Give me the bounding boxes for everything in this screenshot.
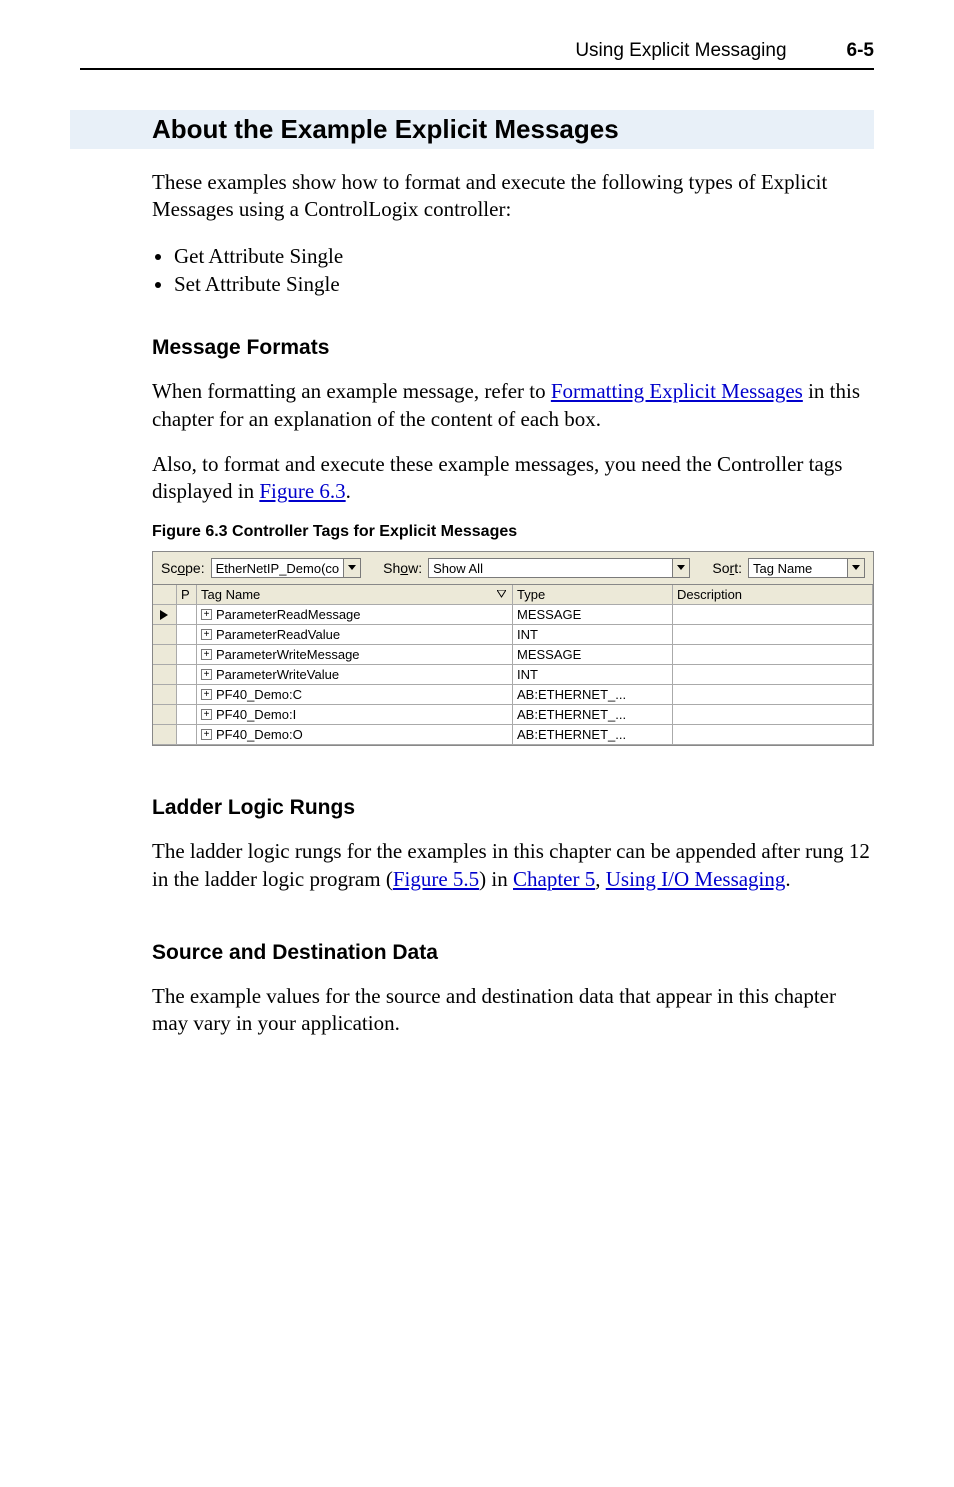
cell-p[interactable] <box>177 685 197 705</box>
link-using-io-messaging[interactable]: Using I/O Messaging <box>606 867 786 891</box>
cell-tag[interactable]: + ParameterReadMessage <box>197 605 513 625</box>
sort-dropdown[interactable]: Tag Name <box>748 558 865 578</box>
tag-text: ParameterReadMessage <box>216 607 361 622</box>
cell-tag[interactable]: + PF40_Demo:C <box>197 685 513 705</box>
controller-tags-window: Scope: EtherNetIP_Demo(co Show: Show All <box>152 551 874 746</box>
header-page-number: 6-5 <box>847 40 874 62</box>
cell-desc[interactable] <box>673 725 873 745</box>
section-heading-band: About the Example Explicit Messages <box>70 110 874 149</box>
chevron-down-icon <box>343 559 360 577</box>
list-item: Get Attribute Single <box>174 242 874 270</box>
text-run: ) in <box>479 867 513 891</box>
cell-type[interactable]: AB:ETHERNET_... <box>513 705 673 725</box>
scope-dropdown[interactable]: EtherNetIP_Demo(co <box>211 558 362 578</box>
tags-grid: P Tag Name Type Description + ParameterRe… <box>153 584 873 745</box>
tag-text: ParameterWriteValue <box>216 667 339 682</box>
column-header-rowselect[interactable] <box>153 585 177 605</box>
expand-icon[interactable]: + <box>201 689 212 700</box>
cell-p[interactable] <box>177 645 197 665</box>
cell-type[interactable]: INT <box>513 625 673 645</box>
cell-p[interactable] <box>177 625 197 645</box>
show-label: Show: <box>383 560 422 576</box>
cell-desc[interactable] <box>673 705 873 725</box>
link-formatting-explicit-messages[interactable]: Formatting Explicit Messages <box>551 379 803 403</box>
cell-tag[interactable]: + ParameterReadValue <box>197 625 513 645</box>
column-header-tagname[interactable]: Tag Name <box>197 585 513 605</box>
text-run: Also, to format and execute these exampl… <box>152 452 842 503</box>
text-run: . <box>785 867 790 891</box>
scope-label: Scope: <box>161 560 205 576</box>
cell-type[interactable]: MESSAGE <box>513 605 673 625</box>
cell-p[interactable] <box>177 725 197 745</box>
expand-icon[interactable]: + <box>201 649 212 660</box>
text-run: , <box>595 867 606 891</box>
subheading-ladder-logic: Ladder Logic Rungs <box>152 796 874 820</box>
message-formats-para2: Also, to format and execute these exampl… <box>152 451 874 506</box>
subheading-source-dest: Source and Destination Data <box>152 941 874 965</box>
chevron-down-icon <box>672 559 689 577</box>
row-selector[interactable] <box>153 605 177 625</box>
cell-tag[interactable]: + PF40_Demo:O <box>197 725 513 745</box>
cell-desc[interactable] <box>673 685 873 705</box>
cell-tag[interactable]: + ParameterWriteMessage <box>197 645 513 665</box>
cell-p[interactable] <box>177 605 197 625</box>
figure-caption: Figure 6.3 Controller Tags for Explicit … <box>152 523 874 541</box>
page-header: Using Explicit Messaging 6-5 <box>80 40 874 70</box>
column-header-type[interactable]: Type <box>513 585 673 605</box>
cell-type[interactable]: AB:ETHERNET_... <box>513 685 673 705</box>
expand-icon[interactable]: + <box>201 729 212 740</box>
cell-type[interactable]: AB:ETHERNET_... <box>513 725 673 745</box>
message-formats-para1: When formatting an example message, refe… <box>152 378 874 433</box>
section-heading: About the Example Explicit Messages <box>152 114 874 145</box>
tag-text: PF40_Demo:I <box>216 707 296 722</box>
list-item: Set Attribute Single <box>174 270 874 298</box>
bullet-list: Get Attribute Single Set Attribute Singl… <box>152 242 874 299</box>
show-value: Show All <box>429 561 487 576</box>
cell-p[interactable] <box>177 665 197 685</box>
cell-type[interactable]: MESSAGE <box>513 645 673 665</box>
cell-p[interactable] <box>177 705 197 725</box>
subheading-message-formats: Message Formats <box>152 336 874 360</box>
tag-text: PF40_Demo:O <box>216 727 303 742</box>
cell-desc[interactable] <box>673 625 873 645</box>
text-run: When formatting an example message, refe… <box>152 379 551 403</box>
intro-paragraph: These examples show how to format and ex… <box>152 169 874 224</box>
column-header-tagname-label: Tag Name <box>201 587 260 602</box>
scope-value: EtherNetIP_Demo(co <box>212 561 344 576</box>
expand-icon[interactable]: + <box>201 629 212 640</box>
text-run: . <box>346 479 351 503</box>
column-header-description[interactable]: Description <box>673 585 873 605</box>
sort-value: Tag Name <box>749 561 847 576</box>
row-selector[interactable] <box>153 725 177 745</box>
cell-tag[interactable]: + ParameterWriteValue <box>197 665 513 685</box>
chevron-down-icon <box>847 559 864 577</box>
sort-indicator-icon <box>497 587 506 602</box>
tags-topbar: Scope: EtherNetIP_Demo(co Show: Show All <box>153 552 873 584</box>
expand-icon[interactable]: + <box>201 669 212 680</box>
row-selector[interactable] <box>153 645 177 665</box>
tag-text: ParameterReadValue <box>216 627 340 642</box>
column-header-p[interactable]: P <box>177 585 197 605</box>
cell-desc[interactable] <box>673 605 873 625</box>
ladder-paragraph: The ladder logic rungs for the examples … <box>152 838 874 893</box>
cell-tag[interactable]: + PF40_Demo:I <box>197 705 513 725</box>
row-selector[interactable] <box>153 685 177 705</box>
cell-desc[interactable] <box>673 645 873 665</box>
row-selector[interactable] <box>153 665 177 685</box>
sort-label: Sort: <box>712 560 742 576</box>
header-title: Using Explicit Messaging <box>575 40 786 62</box>
link-figure-5-5[interactable]: Figure 5.5 <box>393 867 479 891</box>
link-figure-6-3[interactable]: Figure 6.3 <box>259 479 345 503</box>
row-selector[interactable] <box>153 705 177 725</box>
source-dest-paragraph: The example values for the source and de… <box>152 983 874 1038</box>
show-dropdown[interactable]: Show All <box>428 558 690 578</box>
expand-icon[interactable]: + <box>201 709 212 720</box>
tag-text: PF40_Demo:C <box>216 687 302 702</box>
row-selector[interactable] <box>153 625 177 645</box>
link-chapter-5[interactable]: Chapter 5 <box>513 867 595 891</box>
expand-icon[interactable]: + <box>201 609 212 620</box>
cell-desc[interactable] <box>673 665 873 685</box>
tag-text: ParameterWriteMessage <box>216 647 360 662</box>
cell-type[interactable]: INT <box>513 665 673 685</box>
